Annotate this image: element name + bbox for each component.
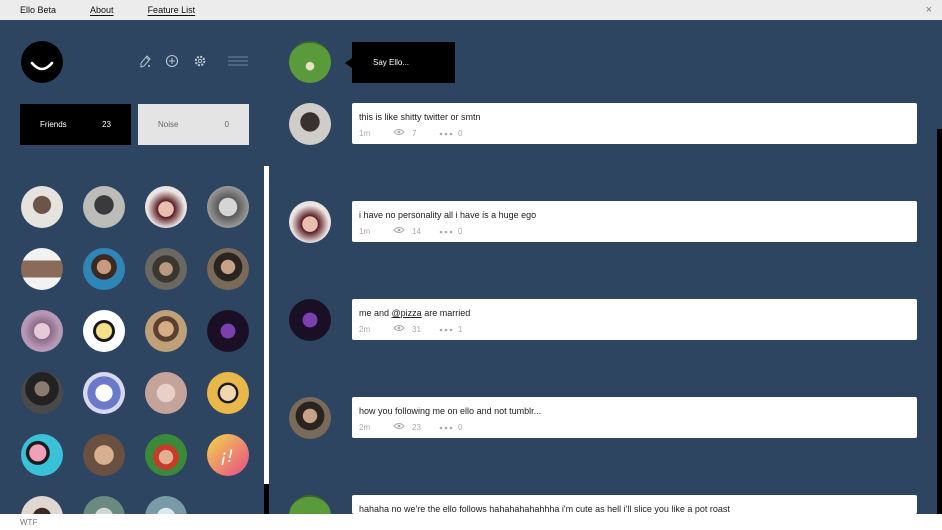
friend-avatar[interactable] — [207, 310, 249, 352]
bottom-bar: WTF — [0, 514, 942, 530]
friend-avatar[interactable] — [21, 372, 63, 414]
post-views: 14 — [412, 226, 421, 236]
comments-icon[interactable] — [439, 129, 453, 138]
sidebar-scrollbar-end — [264, 484, 269, 514]
post-meta: 1m 14 0 — [359, 226, 910, 236]
friend-avatar[interactable] — [21, 310, 63, 352]
sidebar-scrollbar[interactable] — [264, 166, 269, 484]
tab-friends-count: 23 — [102, 120, 111, 129]
post-card: how you following me on ello and not tum… — [352, 397, 917, 438]
post-author-avatar[interactable] — [289, 201, 331, 243]
post-card: hahaha no we're the ello follows hahahah… — [352, 495, 917, 514]
friend-avatar[interactable] — [83, 186, 125, 228]
eye-icon — [393, 226, 405, 236]
post-meta: 2m 23 0 — [359, 422, 910, 432]
friend-avatar[interactable] — [83, 248, 125, 290]
post-meta: 1m 7 0 — [359, 128, 910, 138]
composer-arrow — [345, 58, 352, 68]
post-views: 23 — [412, 422, 421, 432]
tab-noise[interactable]: Noise 0 — [138, 104, 249, 145]
say-ello-input[interactable]: Say Ello... — [352, 42, 455, 83]
user-avatar[interactable] — [289, 41, 331, 83]
svg-text:¡!: ¡! — [220, 447, 234, 467]
friend-avatar[interactable] — [207, 372, 249, 414]
composer-placeholder: Say Ello... — [373, 58, 410, 67]
friend-avatar[interactable]: ¡! — [207, 434, 249, 476]
eye-icon — [393, 422, 405, 432]
friend-avatar[interactable] — [21, 248, 63, 290]
post-meta: 2m 31 1 — [359, 324, 910, 334]
gear-icon[interactable] — [192, 53, 208, 69]
friend-avatar[interactable] — [145, 372, 187, 414]
tab-noise-count: 0 — [224, 120, 229, 129]
eye-icon — [393, 324, 405, 334]
tab-friends-label: Friends — [40, 120, 67, 129]
friend-avatar[interactable] — [145, 310, 187, 352]
post-comments[interactable]: 0 — [458, 129, 462, 138]
friend-avatar[interactable] — [145, 248, 187, 290]
wtf-link[interactable]: WTF — [20, 518, 37, 527]
friend-avatar[interactable] — [145, 186, 187, 228]
tab-friends[interactable]: Friends 23 — [20, 104, 131, 145]
post-time[interactable]: 1m — [359, 129, 393, 138]
post-text: hahaha no we're the ello follows hahahah… — [359, 504, 730, 514]
post-text: me and @pizza are married — [359, 308, 910, 318]
post-author-avatar[interactable] — [289, 103, 331, 145]
post-time[interactable]: 1m — [359, 227, 393, 236]
post-card: me and @pizza are married 2m 31 1 — [352, 299, 917, 340]
post-text-part: me and — [359, 308, 392, 318]
friend-avatar[interactable] — [83, 372, 125, 414]
post-comments[interactable]: 1 — [458, 325, 462, 334]
friend-avatar[interactable] — [83, 434, 125, 476]
mention-link[interactable]: @pizza — [392, 308, 422, 318]
post-author-avatar[interactable] — [289, 299, 331, 341]
pen-icon[interactable] — [137, 53, 153, 69]
post-author-avatar[interactable] — [289, 397, 331, 439]
feed-scrollbar[interactable] — [937, 129, 942, 530]
post-card: this is like shitty twitter or smtn 1m 7… — [352, 103, 917, 144]
friend-avatar[interactable] — [207, 248, 249, 290]
post-text: i have no personality all i have is a hu… — [359, 210, 537, 220]
top-menu-bar: Ello Beta About Feature List × — [0, 0, 942, 20]
friend-avatar[interactable] — [83, 310, 125, 352]
friend-avatar[interactable] — [21, 434, 63, 476]
comments-icon[interactable] — [439, 423, 453, 432]
friend-avatar[interactable] — [145, 434, 187, 476]
friend-avatar[interactable] — [21, 186, 63, 228]
post-time[interactable]: 2m — [359, 325, 393, 334]
menu-ello-beta[interactable]: Ello Beta — [20, 5, 56, 15]
post-comments[interactable]: 0 — [458, 423, 462, 432]
menu-feature-list[interactable]: Feature List — [148, 5, 196, 15]
post-comments[interactable]: 0 — [458, 227, 462, 236]
tab-noise-label: Noise — [158, 120, 179, 129]
post-time[interactable]: 2m — [359, 423, 393, 432]
post-text-part: are married — [421, 308, 471, 318]
friend-avatar[interactable] — [207, 186, 249, 228]
post-card: i have no personality all i have is a hu… — [352, 201, 917, 242]
plus-circle-icon[interactable] — [164, 53, 180, 69]
close-icon[interactable]: × — [926, 4, 932, 16]
hamburger-icon[interactable] — [228, 53, 248, 69]
post-views: 7 — [412, 128, 417, 138]
eye-icon — [393, 128, 405, 138]
post-text: this is like shitty twitter or smtn — [359, 112, 481, 122]
comments-icon[interactable] — [439, 227, 453, 236]
post-text: how you following me on ello and not tum… — [359, 406, 542, 416]
menu-about[interactable]: About — [90, 5, 114, 15]
comments-icon[interactable] — [439, 325, 453, 334]
ello-logo[interactable] — [21, 41, 63, 83]
post-views: 31 — [412, 324, 421, 334]
